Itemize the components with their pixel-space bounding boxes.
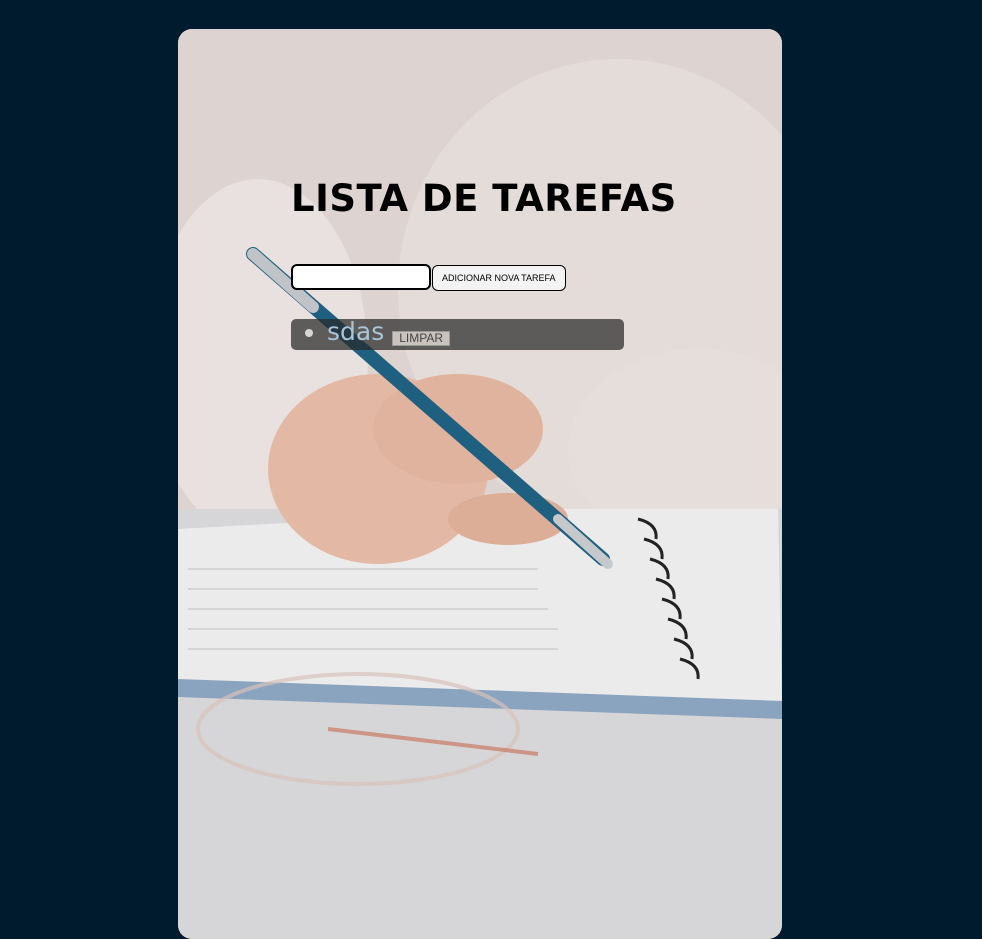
list-item: sdas LIMPAR [291, 317, 624, 350]
bullet-icon [305, 328, 313, 337]
task-text: sdas [327, 317, 385, 346]
todo-card: LISTA DE TAREFAS ADICIONAR NOVA TAREFA s… [178, 29, 782, 939]
task-input[interactable] [291, 264, 431, 290]
background-photo [178, 29, 782, 939]
add-task-button[interactable]: ADICIONAR NOVA TAREFA [432, 265, 566, 291]
clear-button[interactable]: LIMPAR [392, 331, 451, 346]
task-list: sdas LIMPAR [291, 317, 624, 350]
page-title: LISTA DE TAREFAS [291, 177, 677, 220]
